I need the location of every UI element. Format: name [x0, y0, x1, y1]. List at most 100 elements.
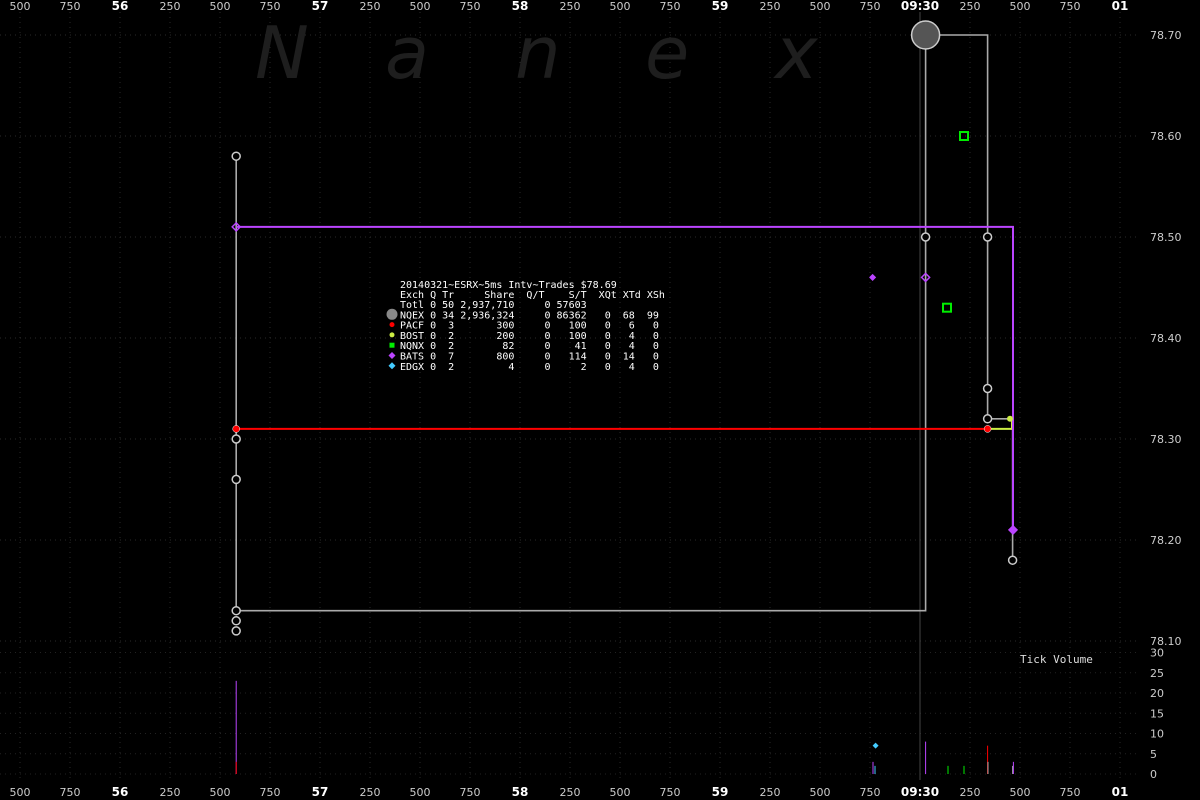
watermark-letter: a [385, 11, 429, 95]
x-tick-label: 250 [360, 786, 381, 799]
table-rows: Totl 0 50 2,937,710 0 57603NQEX 0 34 2,9… [386, 300, 659, 373]
price-tick-label: 78.40 [1150, 332, 1182, 345]
x-tick-label: 09:30 [901, 0, 939, 13]
x-tick-label: 09:30 [901, 785, 939, 799]
legend-marker-nqnx [389, 342, 395, 348]
point-nqex [982, 414, 993, 424]
volume-bars [235, 680, 1014, 774]
x-tick-label: 250 [760, 786, 781, 799]
x-tick-label: 750 [1060, 0, 1081, 13]
x-tick-label: 750 [260, 786, 281, 799]
volume-tick-label: 30 [1150, 647, 1164, 660]
x-tick-label: 59 [712, 785, 729, 799]
legend-marker-bost [389, 332, 395, 338]
x-tick-label: 750 [460, 786, 481, 799]
table-row: EDGX 0 2 4 0 2 0 4 0 [400, 362, 659, 373]
x-tick-label: 500 [610, 786, 631, 799]
x-tick-label: 750 [860, 786, 881, 799]
watermark-letter: x [773, 11, 819, 95]
x-tick-label: 250 [160, 786, 181, 799]
x-tick-label: 500 [410, 0, 431, 13]
x-tick-label: 56 [112, 785, 129, 799]
x-tick-label: 57 [312, 0, 329, 13]
price-axis: 78.7078.6078.5078.4078.3078.2078.10 [1150, 29, 1182, 648]
x-tick-label: 01 [1112, 785, 1129, 799]
x-tick-label: 500 [810, 786, 831, 799]
point-bats [1007, 524, 1019, 535]
point-nqnx [942, 302, 952, 313]
x-axis-bottom: 500 750 56 250 500 750 57 250 500 750 58 250 500 750 5… [10, 785, 1129, 799]
volume-tick-label: 0 [1150, 768, 1157, 781]
x-tick-label: 750 [660, 0, 681, 13]
point-pacf [983, 425, 992, 433]
price-tick-label: 78.50 [1150, 231, 1182, 244]
point-bost [1007, 415, 1013, 422]
x-tick-label: 500 [210, 786, 231, 799]
point-nqex [982, 383, 993, 394]
x-tick-label: 750 [460, 0, 481, 13]
point-nqex [1007, 555, 1018, 565]
x-axis-top: 500 750 56 250 500 750 57 250 500 750 58 250 500 750 5… [10, 0, 1129, 13]
grid-lines [0, 12, 1140, 780]
volume-title: Tick Volume [1020, 653, 1093, 666]
x-tick-label: 250 [360, 0, 381, 13]
point-edgx [872, 742, 879, 749]
volume-tick-label: 25 [1150, 667, 1164, 680]
point-nqex [910, 20, 941, 50]
price-tick-label: 78.60 [1150, 130, 1182, 143]
x-tick-label: 750 [60, 0, 81, 13]
point-nqex [231, 626, 241, 636]
x-tick-label: 500 [210, 0, 231, 13]
x-tick-label: 500 [10, 0, 31, 13]
watermark-letter: N [255, 11, 309, 95]
series-line-bats [236, 225, 1014, 530]
point-nqex [982, 232, 993, 242]
stats-table: 20140321~ESRX~5ms Intv~Trades $78.69 Exc… [386, 280, 665, 373]
x-tick-label: 250 [560, 786, 581, 799]
legend-marker-bats [388, 352, 396, 359]
price-tick-label: 78.30 [1150, 433, 1182, 446]
point-nqex [231, 151, 241, 161]
watermark-letter: e [645, 11, 689, 95]
series-points [231, 20, 1019, 749]
point-nqex [231, 434, 241, 444]
watermark: Na nex [255, 11, 819, 95]
trade-chart: Nanex 78.7078.6078.5078.4078.3078.2078.1… [0, 0, 1182, 799]
x-tick-label: 250 [960, 0, 981, 13]
x-tick-label: 750 [660, 786, 681, 799]
x-tick-label: 750 [260, 0, 281, 13]
point-nqex [231, 474, 241, 485]
x-tick-label: 500 [1010, 0, 1031, 13]
volume-tick-label: 15 [1150, 707, 1164, 720]
legend-marker-edgx [388, 362, 396, 370]
x-tick-label: 57 [312, 785, 329, 799]
x-tick-label: 250 [160, 0, 181, 13]
point-nqex [231, 616, 241, 626]
x-tick-label: 59 [712, 0, 729, 13]
point-nqnx [959, 131, 969, 141]
volume-axis: 30 25 20 15 10 5 0 [1150, 647, 1164, 782]
legend-marker-pacf [389, 322, 395, 328]
point-bats [869, 273, 877, 281]
point-nqex [231, 605, 241, 616]
x-tick-label: 58 [512, 785, 529, 799]
x-tick-label: 01 [1112, 0, 1129, 13]
volume-tick-label: 20 [1150, 687, 1164, 700]
price-tick-label: 78.70 [1150, 29, 1182, 42]
x-tick-label: 250 [960, 786, 981, 799]
x-tick-label: 750 [60, 786, 81, 799]
x-tick-label: 56 [112, 0, 129, 13]
x-tick-label: 750 [860, 0, 881, 13]
x-tick-label: 250 [760, 0, 781, 13]
point-nqex [920, 232, 931, 242]
x-tick-label: 500 [10, 786, 31, 799]
watermark-letter: n [515, 11, 561, 95]
legend-marker-nqex [386, 308, 398, 320]
x-tick-label: 250 [560, 0, 581, 13]
volume-tick-label: 5 [1150, 748, 1157, 761]
x-tick-label: 500 [610, 0, 631, 13]
x-tick-label: 500 [410, 786, 431, 799]
x-tick-label: 500 [810, 0, 831, 13]
price-tick-label: 78.20 [1150, 534, 1182, 547]
x-tick-label: 750 [1060, 786, 1081, 799]
